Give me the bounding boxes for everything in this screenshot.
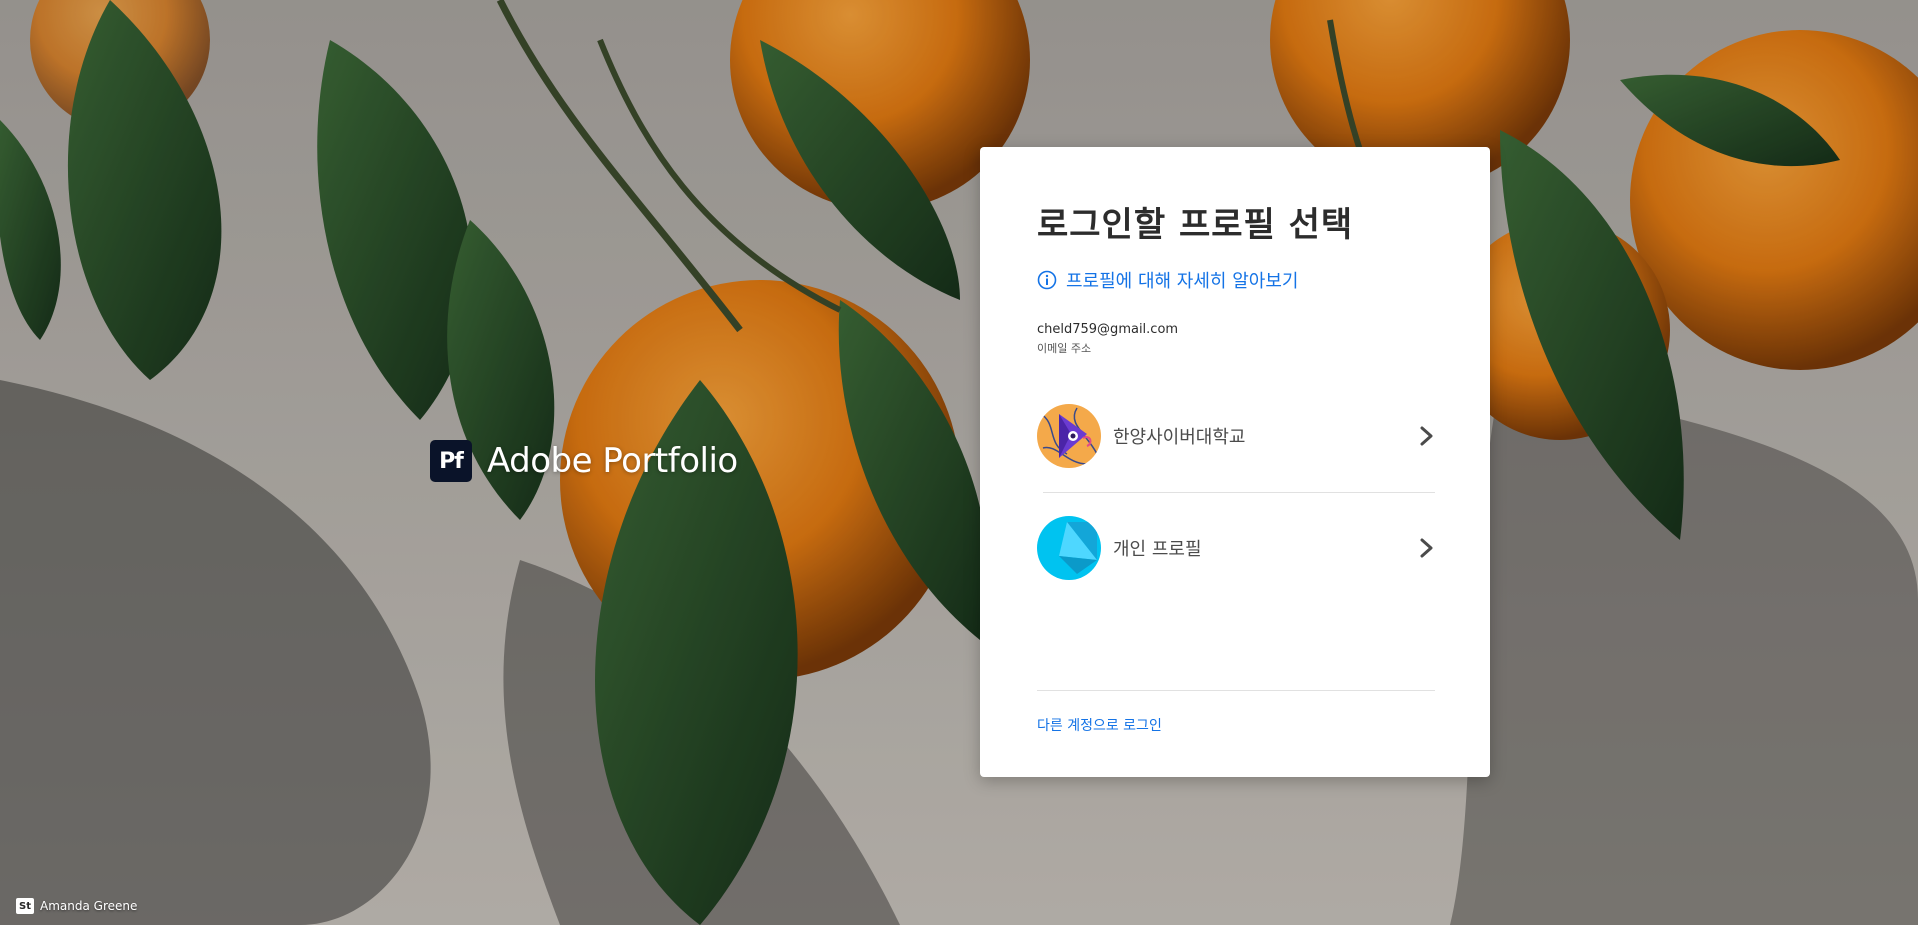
account-email: cheld759@gmail.com — [1037, 322, 1179, 337]
profile-option-hanyang[interactable]: 한양사이버대학교 — [1037, 401, 1437, 471]
account-email-label: 이메일 주소 — [1037, 342, 1092, 355]
sign-in-other-account-link[interactable]: 다른 계정으로 로그인 — [1037, 715, 1162, 735]
purple-ribbon-avatar-icon — [1037, 404, 1101, 468]
tangerine-photo — [0, 0, 1918, 925]
profile-name-hanyang: 한양사이버대학교 — [1113, 427, 1246, 448]
learn-about-profiles-label: 프로필에 대해 자세히 알아보기 — [1066, 271, 1299, 292]
chevron-right-icon — [1420, 538, 1433, 558]
adobe-portfolio-brand: Pf Adobe Portfolio — [430, 440, 738, 482]
portfolio-logo-icon: Pf — [430, 440, 472, 482]
profile-name-personal: 개인 프로필 — [1113, 539, 1202, 560]
account-email-block: cheld759@gmail.com 이메일 주소 — [1037, 322, 1178, 356]
profile-option-personal[interactable]: 개인 프로필 — [1037, 513, 1437, 583]
learn-about-profiles-link[interactable]: 프로필에 대해 자세히 알아보기 — [1037, 267, 1298, 293]
background-photo — [0, 0, 1918, 925]
profile-divider — [1043, 492, 1435, 493]
cyan-shape-avatar-icon — [1037, 516, 1101, 580]
info-icon — [1037, 270, 1057, 290]
footer-divider — [1037, 690, 1435, 691]
adobe-stock-icon: St — [16, 898, 34, 914]
page-title: 로그인할 프로필 선택 — [1037, 205, 1354, 245]
photo-credit-name[interactable]: Amanda Greene — [40, 899, 137, 913]
brand-name: Adobe Portfolio — [487, 441, 738, 481]
chevron-right-icon — [1420, 426, 1433, 446]
profile-selection-card: 로그인할 프로필 선택 프로필에 대해 자세히 알아보기 cheld759@gm… — [980, 147, 1490, 777]
photo-credit: St Amanda Greene — [16, 898, 137, 914]
